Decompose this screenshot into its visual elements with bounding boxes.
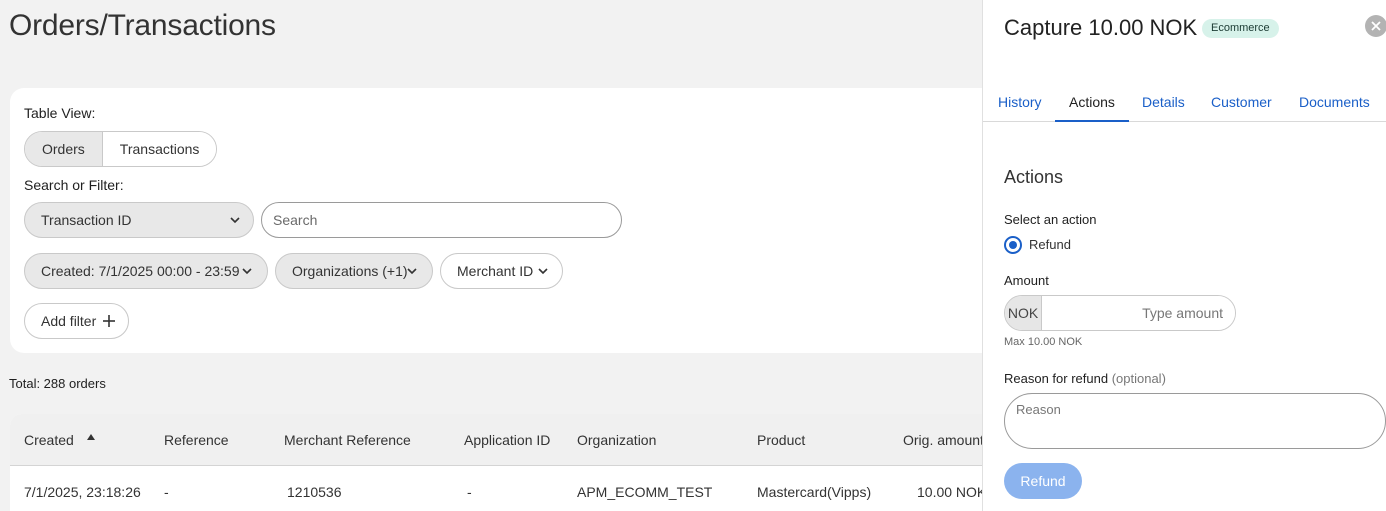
status-badge: Ecommerce <box>1202 19 1279 38</box>
cell-orig-amount: 10.00 NOK <box>917 484 982 500</box>
active-tab-indicator <box>1055 120 1129 122</box>
cell-merchant-reference: 1210536 <box>287 484 342 500</box>
chevron-down-icon <box>538 268 548 275</box>
column-header-created[interactable]: Created <box>24 432 95 448</box>
cell-application-id: - <box>467 484 472 500</box>
cell-product: Mastercard(Vipps) <box>757 484 872 500</box>
column-header-orig-amount[interactable]: Orig. amount <box>903 432 982 448</box>
tab-customer[interactable]: Customer <box>1211 94 1272 110</box>
search-field-select[interactable]: Transaction ID <box>24 202 254 238</box>
created-date-filter-label: Created: 7/1/2025 00:00 - 23:59 <box>41 263 240 279</box>
detail-panel: Capture 10.00 NOK Ecommerce History Acti… <box>982 0 1386 511</box>
column-header-organization[interactable]: Organization <box>577 432 656 448</box>
cell-reference: - <box>164 484 169 500</box>
max-amount-hint: Max 10.00 NOK <box>1004 336 1083 348</box>
currency-label: NOK <box>1005 296 1042 330</box>
column-header-merchant-reference[interactable]: Merchant Reference <box>284 432 411 448</box>
chevron-down-icon <box>407 268 417 275</box>
column-header-product[interactable]: Product <box>757 432 805 448</box>
refund-button[interactable]: Refund <box>1004 463 1082 499</box>
cell-organization: APM_ECOMM_TEST <box>577 484 713 500</box>
plus-icon <box>103 315 115 327</box>
organizations-filter[interactable]: Organizations (+1) <box>275 253 433 289</box>
orders-table: Created Reference Merchant Reference App… <box>10 414 982 511</box>
search-input[interactable] <box>261 202 622 238</box>
select-action-label: Select an action <box>1004 212 1097 227</box>
panel-tabs: History Actions Details Customer Documen… <box>983 84 1386 122</box>
amount-label: Amount <box>1004 273 1049 288</box>
panel-title: Capture 10.00 NOK <box>1004 15 1198 40</box>
reason-label-text: Reason for refund <box>1004 371 1109 386</box>
chevron-down-icon <box>230 217 240 224</box>
created-date-filter[interactable]: Created: 7/1/2025 00:00 - 23:59 <box>24 253 268 289</box>
refund-radio[interactable] <box>1004 236 1022 254</box>
organizations-filter-label: Organizations (+1) <box>292 263 408 279</box>
search-field-value: Transaction ID <box>41 212 132 228</box>
tab-documents[interactable]: Documents <box>1299 94 1370 110</box>
close-icon <box>1371 21 1381 31</box>
total-count: Total: 288 orders <box>9 376 106 391</box>
page-title: Orders/Transactions <box>9 9 276 42</box>
merchant-id-filter[interactable]: Merchant ID <box>440 253 563 289</box>
reason-optional-text: (optional) <box>1111 371 1166 386</box>
sort-ascending-icon <box>87 434 95 440</box>
chevron-down-icon <box>242 268 252 275</box>
merchant-id-filter-label: Merchant ID <box>457 263 534 279</box>
view-transactions-button[interactable]: Transactions <box>102 132 217 166</box>
table-view-toggle: Orders Transactions <box>24 131 218 167</box>
close-button[interactable] <box>1365 15 1386 37</box>
amount-field: NOK <box>1004 295 1236 331</box>
search-filter-label: Search or Filter: <box>24 177 124 193</box>
table-view-label: Table View: <box>24 105 96 121</box>
add-filter-button[interactable]: Add filter <box>24 303 129 339</box>
table-header: Created Reference Merchant Reference App… <box>10 414 982 466</box>
tab-history[interactable]: History <box>998 94 1042 110</box>
section-title: Actions <box>1004 167 1064 187</box>
main-content: Orders/Transactions Table View: Orders T… <box>0 0 982 511</box>
reason-input[interactable] <box>1004 393 1386 449</box>
column-header-reference[interactable]: Reference <box>164 432 229 448</box>
column-header-label: Created <box>24 432 74 448</box>
tab-actions[interactable]: Actions <box>1069 94 1115 110</box>
reason-label: Reason for refund (optional) <box>1004 371 1166 386</box>
tab-details[interactable]: Details <box>1142 94 1185 110</box>
column-header-application-id[interactable]: Application ID <box>464 432 550 448</box>
refund-radio-label[interactable]: Refund <box>1029 237 1071 252</box>
view-orders-button[interactable]: Orders <box>25 132 103 166</box>
amount-input[interactable] <box>1042 296 1235 330</box>
add-filter-label: Add filter <box>41 313 97 329</box>
cell-created: 7/1/2025, 23:18:26 <box>24 484 141 500</box>
